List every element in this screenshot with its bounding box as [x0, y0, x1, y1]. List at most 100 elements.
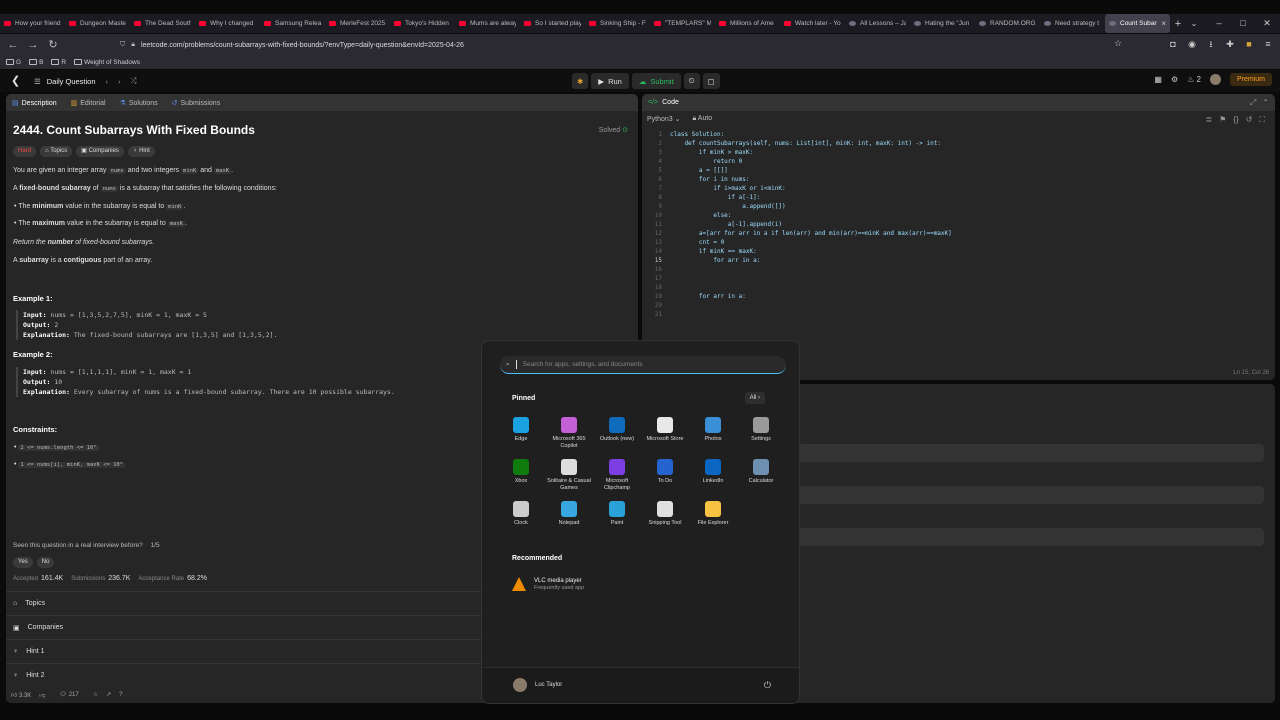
bookmark-folder-b[interactable]: B [29, 59, 43, 66]
help-icon[interactable]: ? [119, 692, 122, 698]
pinned-app[interactable]: Notepad [545, 501, 593, 527]
bookmark-folder-weight[interactable]: Weight of Shadows [74, 59, 140, 66]
bookmark-folder-g[interactable]: G [6, 59, 21, 66]
problem-title[interactable]: 2444. Count Subarrays With Fixed Bounds [13, 123, 255, 137]
close-window-icon[interactable]: ✕ [1255, 14, 1279, 33]
timer-button[interactable]: ⏲ [683, 73, 700, 89]
pinned-app[interactable]: Snipping Tool [641, 501, 689, 527]
pinned-app[interactable]: Settings [737, 417, 785, 443]
minimize-icon[interactable]: – [1207, 14, 1231, 33]
favorite-star-icon[interactable]: ☆ [93, 691, 98, 698]
browser-tab[interactable]: "TEMPLARS" M [650, 14, 715, 33]
all-apps-button[interactable]: All › [744, 392, 765, 404]
pinned-app[interactable]: Paint [593, 501, 641, 527]
pinned-app[interactable]: Photos [689, 417, 737, 443]
extensions-icon[interactable]: ✚ [1224, 38, 1236, 50]
leetcode-logo-icon[interactable]: ❮ [11, 75, 22, 87]
browser-tab[interactable]: Tokyo's Hidden [390, 14, 455, 33]
browser-tab[interactable]: Dungeon Maste [65, 14, 130, 33]
start-search-input[interactable]: ⌕ Search for apps, settings, and documen… [500, 356, 786, 374]
comments-button[interactable]: 💬︎ 217 [59, 691, 78, 698]
braces-icon[interactable]: {} [1233, 115, 1238, 125]
tab-submissions[interactable]: ↺ Submissions [172, 99, 221, 107]
pinned-app[interactable]: Microsoft Store [641, 417, 689, 443]
power-icon[interactable]: ⏻ [764, 680, 771, 691]
streak-counter[interactable]: ♨ 2 [1187, 75, 1201, 84]
code-tab[interactable]: </> Code [642, 94, 1275, 111]
submit-button[interactable]: ☁ Submit [631, 73, 681, 89]
pinned-app[interactable]: File Explorer [689, 501, 737, 527]
shuffle-icon[interactable]: ⤮ [131, 76, 137, 86]
browser-tab[interactable]: Millions of Ame [715, 14, 780, 33]
hint-chip[interactable]: ♀ Hint [127, 146, 155, 157]
account-icon[interactable]: ◉ [1186, 38, 1198, 50]
list-icon[interactable]: ☰ [34, 77, 41, 86]
avatar[interactable] [1209, 74, 1221, 85]
prev-problem-icon[interactable]: ‹ [106, 77, 109, 86]
close-tab-icon[interactable]: × [1161, 19, 1166, 28]
debug-button[interactable]: ✱ [572, 73, 589, 89]
pinned-app[interactable]: Calculator [737, 459, 785, 485]
pinned-app[interactable]: To Do [641, 459, 689, 485]
recommended-item-vlc[interactable]: VLC media player Frequently used app [512, 577, 584, 591]
notes-button[interactable]: ▢ [702, 73, 720, 89]
collapse-icon[interactable]: ⌃ [1262, 98, 1269, 108]
pinned-app[interactable]: Microsoft 365 Copilot [545, 417, 593, 450]
menu-icon[interactable]: ≡ [1262, 38, 1274, 50]
browser-tab[interactable]: How your friend [0, 14, 65, 33]
daily-question-title[interactable]: Daily Question [47, 77, 96, 86]
browser-tab[interactable]: Why I changed [195, 14, 260, 33]
address-bar[interactable]: ⛉ 🔒︎ leetcode.com/problems/count-subarra… [120, 37, 1130, 53]
topics-chip[interactable]: ⌂ Topics [40, 146, 73, 157]
user-avatar[interactable] [513, 678, 527, 692]
extension-badge-icon[interactable]: ■ [1243, 38, 1255, 50]
layout-icon[interactable]: ▦ [1154, 75, 1162, 84]
browser-tab[interactable]: So I started play [520, 14, 585, 33]
like-button[interactable]: 👍︎ 3.3K [11, 691, 31, 699]
reload-icon[interactable]: ↻ [46, 38, 60, 52]
user-name[interactable]: Luc Taylor [535, 682, 562, 688]
pocket-icon[interactable]: ◘ [1167, 38, 1179, 50]
tab-solutions[interactable]: ⚗ Solutions [120, 99, 158, 107]
bookmark-star-icon[interactable]: ☆ [1114, 38, 1122, 49]
pinned-app[interactable]: Outlook (new) [593, 417, 641, 443]
no-button[interactable]: No [36, 557, 55, 568]
browser-tab[interactable]: Watch later - Yo [780, 14, 845, 33]
pinned-app[interactable]: Edge [497, 417, 545, 443]
language-select[interactable]: Python3 ⌄ [647, 115, 681, 123]
browser-tab[interactable]: Count Subarr × [1105, 14, 1170, 33]
new-tab-icon[interactable]: + [1170, 18, 1186, 30]
format-icon[interactable]: ≣ [1205, 115, 1212, 125]
browser-tab[interactable]: The Dead South [130, 14, 195, 33]
tab-description[interactable]: ▤ Description [12, 99, 57, 107]
browser-tab[interactable]: RANDOM.ORG [975, 14, 1040, 33]
expand-icon[interactable]: ⤢ [1250, 98, 1256, 108]
premium-button[interactable]: Premium [1229, 73, 1272, 86]
pinned-app[interactable]: Solitaire & Casual Games [545, 459, 593, 492]
fullscreen-icon[interactable]: ⛶ [1259, 115, 1265, 125]
browser-tab[interactable]: All Lessons – Ja [845, 14, 910, 33]
pinned-app[interactable]: Xbox [497, 459, 545, 485]
next-problem-icon[interactable]: › [118, 77, 121, 86]
tab-editorial[interactable]: ▥ Editorial [71, 99, 106, 107]
settings-icon[interactable]: ⚙ [1171, 75, 1178, 84]
dislike-button[interactable]: 👎︎ [39, 691, 45, 699]
reset-icon[interactable]: ↺ [1246, 115, 1253, 125]
back-icon[interactable]: ← [6, 38, 20, 52]
browser-tab[interactable]: Samsung Releas [260, 14, 325, 33]
browser-tab[interactable]: MerleFest 2025 [325, 14, 390, 33]
browser-tab[interactable]: Hating the "Jun [910, 14, 975, 33]
run-button[interactable]: ▶ Run [591, 73, 629, 89]
browser-tab[interactable]: Sinking Ship - F [585, 14, 650, 33]
pinned-app[interactable]: Microsoft Clipchamp [593, 459, 641, 492]
share-icon[interactable]: ↗ [106, 691, 111, 698]
maximize-icon[interactable]: □ [1231, 14, 1255, 33]
browser-tab[interactable]: Mums are alway [455, 14, 520, 33]
pinned-app[interactable]: Clock [497, 501, 545, 527]
forward-icon[interactable]: → [26, 38, 40, 52]
download-icon[interactable]: ⭳ [1205, 38, 1217, 50]
bookmark-icon[interactable]: ⚑ [1219, 115, 1226, 125]
companies-chip[interactable]: ▣ Companies [76, 146, 124, 157]
code-editor[interactable]: class Solution: def countSubarrays(self,… [670, 130, 952, 319]
pinned-app[interactable]: LinkedIn [689, 459, 737, 485]
